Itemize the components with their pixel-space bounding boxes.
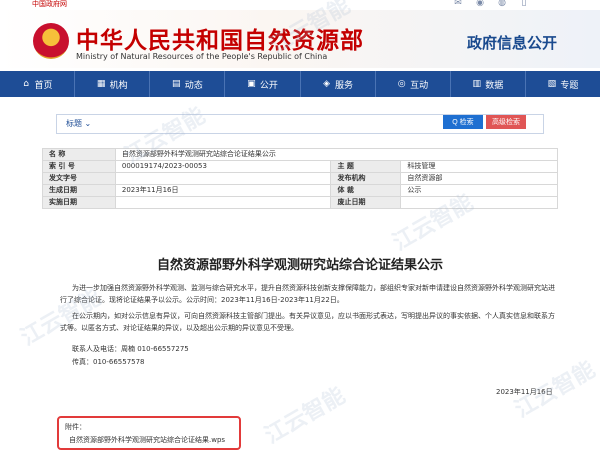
meta-label: 实施日期: [42, 196, 116, 209]
meta-label: 生成日期: [42, 184, 116, 197]
meta-label: 体 裁: [330, 184, 402, 197]
meta-value: 2023年11月16日: [114, 184, 332, 197]
meta-value: [114, 172, 332, 185]
nav-item-home[interactable]: ⌂ 首页: [0, 71, 74, 97]
top-icons: ✉ ◉ ◍ ▯: [452, 0, 530, 8]
fax-line: 传真：010-66557578: [72, 358, 145, 366]
search-input[interactable]: [107, 117, 487, 131]
meta-label: 索 引 号: [42, 160, 116, 173]
nav-item-data[interactable]: ▥ 数据: [451, 71, 525, 97]
meta-label: 发布机构: [330, 172, 402, 185]
contact-line: 联系人及电话：周楠 010-66557275: [72, 345, 189, 353]
service-icon: ◈: [323, 78, 330, 89]
section-title: 政府信息公开: [467, 34, 558, 52]
article-paragraph: 在公示期内，如对公示信息有异议，可向自然资源科技主管部门提出。有关异议意见，应以…: [60, 312, 555, 332]
topic-icon: ▧: [547, 78, 557, 89]
site-title-cn: 中华人民共和国自然资源部: [76, 28, 364, 54]
national-emblem-icon: [33, 23, 69, 59]
site-header: 中华人民共和国自然资源部 Ministry of Natural Resourc…: [0, 10, 600, 68]
attachment-link[interactable]: 自然资源部野外科学观测研究站综合论证结果.wps: [69, 435, 225, 445]
mail-icon[interactable]: ✉: [452, 0, 464, 8]
mobile-icon[interactable]: ▯: [518, 0, 530, 8]
meta-value: 自然资源部野外科学观测研究站综合论证结果公示: [114, 148, 559, 161]
data-icon: ▥: [472, 78, 482, 89]
watermark: 江云智能: [260, 383, 350, 449]
meta-value: [400, 196, 558, 209]
weibo-icon[interactable]: ◉: [474, 0, 486, 8]
home-icon: ⌂: [23, 78, 29, 89]
nav-item-open[interactable]: ▣ 公开: [225, 71, 299, 97]
chevron-down-icon: ⌄: [84, 119, 92, 128]
open-icon: ▣: [247, 78, 256, 89]
site-title-en: Ministry of Natural Resources of the Peo…: [76, 52, 328, 61]
top-strip: 中国政府网 ✉ ◉ ◍ ▯: [0, 0, 600, 10]
nav-item-interact[interactable]: ◎ 互动: [376, 71, 450, 97]
meta-value: 科技管理: [400, 160, 558, 173]
meta-label: 发文字号: [42, 172, 116, 185]
nav-item-org[interactable]: ▦ 机构: [75, 71, 149, 97]
article-title: 自然资源部野外科学观测研究站综合论证结果公示: [156, 258, 443, 273]
attachment-label: 附件：: [65, 423, 86, 431]
interact-icon: ◎: [397, 78, 406, 89]
meta-label: 主 题: [330, 160, 402, 173]
search-button[interactable]: Q 检索: [443, 115, 483, 129]
wechat-icon[interactable]: ◍: [496, 0, 508, 8]
meta-value: 000019174/2023-00053: [114, 160, 332, 173]
attachment-box: 附件： 自然资源部野外科学观测研究站综合论证结果.wps: [57, 416, 241, 450]
nav-item-topic[interactable]: ▧ 专题: [526, 71, 600, 97]
main-nav: ⌂ 首页 ▦ 机构 ▤ 动态 ▣ 公开 ◈ 服务 ◎ 互动 ▥ 数据 ▧ 专题: [0, 71, 600, 97]
news-icon: ▤: [172, 78, 181, 89]
meta-value: [114, 196, 332, 209]
nav-item-service[interactable]: ◈ 服务: [301, 71, 375, 97]
meta-label: 废止日期: [330, 196, 402, 209]
advanced-search-button[interactable]: 高级检索: [486, 115, 526, 129]
org-icon: ▦: [96, 78, 106, 89]
search-type-select[interactable]: 标题 ⌄: [66, 118, 91, 130]
meta-label: 名 称: [42, 148, 116, 161]
article-paragraph: 为进一步加强自然资源野外科学观测、监测与综合研究水平，提升自然资源科技创新支撑保…: [60, 284, 555, 304]
nav-item-news[interactable]: ▤ 动态: [150, 71, 224, 97]
article-date: 2023年11月16日: [496, 388, 553, 396]
gov-portal-link[interactable]: 中国政府网: [32, 0, 67, 9]
meta-value: 自然资源部: [400, 172, 558, 185]
meta-value: 公示: [400, 184, 558, 197]
info-meta-table: 名 称 自然资源部野外科学观测研究站综合论证结果公示 索 引 号 0000191…: [42, 148, 559, 209]
